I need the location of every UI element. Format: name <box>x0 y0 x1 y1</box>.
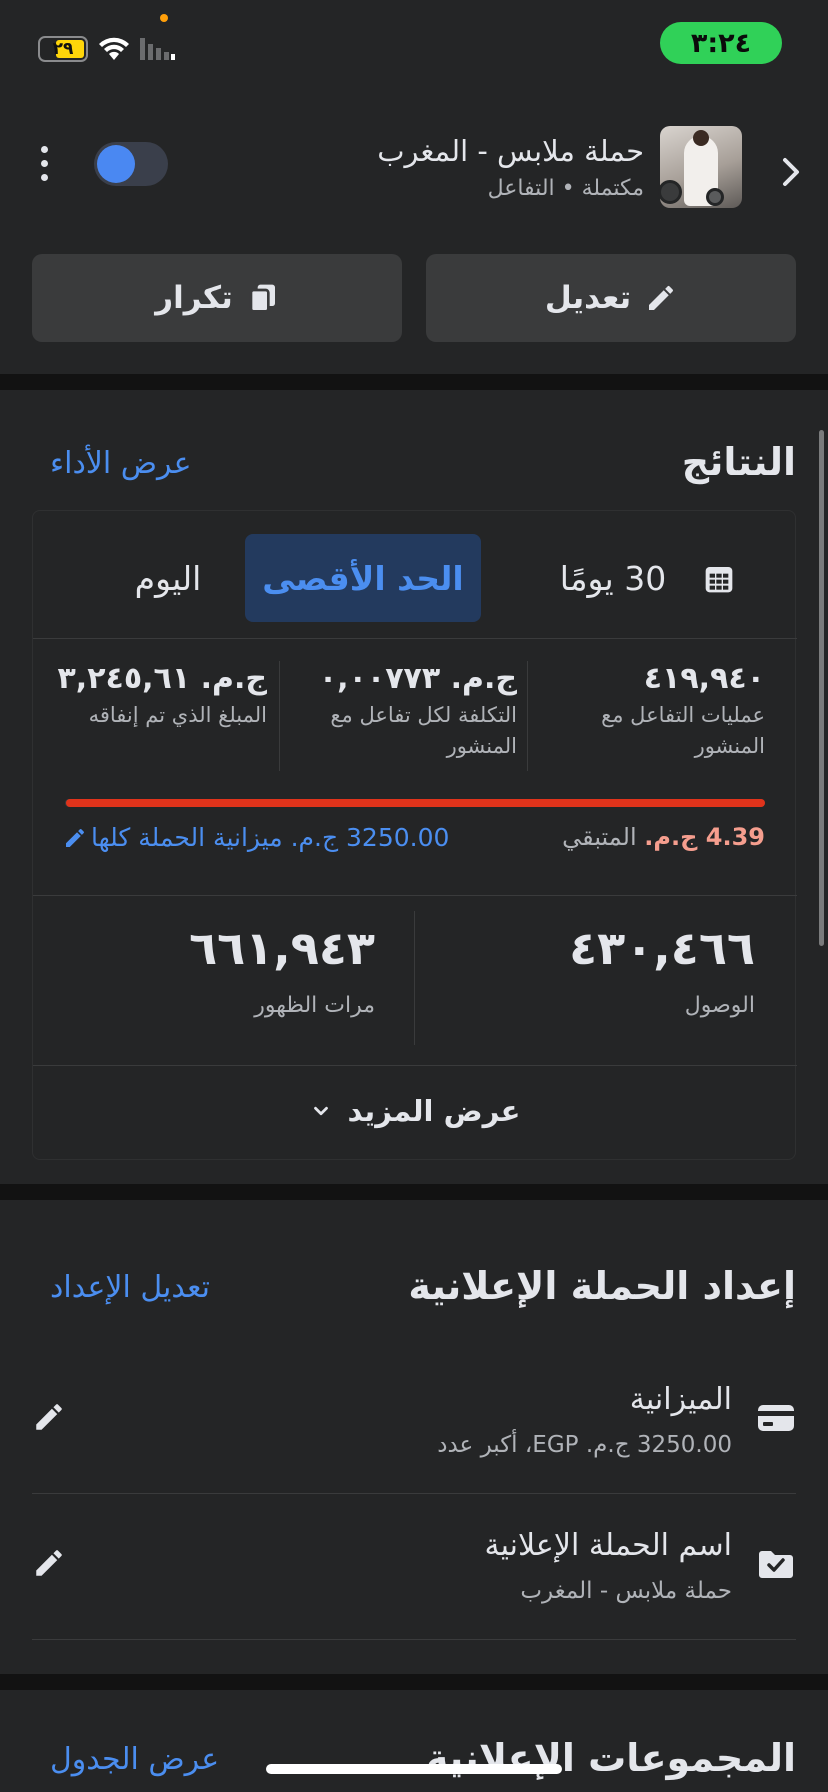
section-divider <box>0 1184 828 1200</box>
metric-label: التكلفة لكل تفاعل مع المنشور <box>330 703 517 758</box>
metric-value: ٤١٩,٩٤٠ <box>643 661 765 696</box>
budget-subtitle: 3250.00 ج.م. EGP، أكبر عدد <box>437 1432 732 1458</box>
status-dot-icon <box>658 180 682 204</box>
platform-badge-icon <box>706 188 724 206</box>
metric-post-engagements: ٤١٩,٩٤٠ عمليات التفاعل مع المنشور <box>525 661 765 762</box>
cellular-signal-icon <box>140 38 175 60</box>
metric-value: ج.م. ٠,٠٠٧٧٣ <box>318 661 517 696</box>
view-performance-link[interactable]: عرض الأداء <box>50 446 192 481</box>
battery-icon: ٢٩ <box>38 36 88 62</box>
pencil-icon[interactable] <box>32 1400 66 1434</box>
metric-impressions: ٦٦١,٩٤٣ مرات الظهور <box>189 921 375 1018</box>
calendar-icon[interactable] <box>703 563 735 595</box>
results-card: 30 يومًا الحد الأقصى اليوم ٤١٩,٩٤٠ عمليا… <box>32 510 797 1160</box>
card-divider <box>33 895 797 896</box>
lifetime-budget-text: 3250.00 ج.م. ميزانية الحملة كلها <box>91 823 450 852</box>
pencil-icon <box>66 828 85 847</box>
section-divider <box>0 1674 828 1690</box>
impressions-label: مرات الظهور <box>254 993 375 1018</box>
chevron-down-icon <box>313 1106 328 1116</box>
edit-button-label: تعديل <box>544 280 632 316</box>
impressions-value: ٦٦١,٩٤٣ <box>189 921 375 975</box>
status-bar: ٢٩ ٣:٢٤ <box>0 0 828 90</box>
tab-last-30-days[interactable]: 30 يومًا <box>533 534 693 622</box>
chevron-right-icon[interactable] <box>776 152 806 192</box>
results-title: النتائج <box>681 440 796 484</box>
campaign-name-title: اسم الحملة الإعلانية <box>484 1528 732 1563</box>
privacy-indicator-dot <box>160 14 168 22</box>
metric-label: عمليات التفاعل مع المنشور <box>601 703 765 758</box>
metric-amount-spent: ج.م. ٣,٢٤٥,٦١ المبلغ الذي تم إنفاقه <box>27 661 267 731</box>
campaign-name-value: حملة ملابس - المغرب <box>520 1578 732 1604</box>
setup-title: إعداد الحملة الإعلانية <box>408 1264 796 1308</box>
campaign-subtitle: مكتملة • التفاعل <box>488 176 644 201</box>
duplicate-button-label: تكرار <box>155 280 233 316</box>
edit-setup-link[interactable]: تعديل الإعداد <box>50 1270 210 1305</box>
see-more-label: عرض المزيد <box>347 1094 521 1128</box>
battery-level: ٢٩ <box>52 39 74 59</box>
campaign-toggle[interactable] <box>94 142 168 186</box>
remaining-label: المتبقي <box>562 823 637 851</box>
pencil-icon[interactable] <box>32 1546 66 1580</box>
reach-label: الوصول <box>684 993 755 1018</box>
pencil-icon <box>649 285 674 310</box>
edit-button[interactable]: تعديل <box>426 254 796 342</box>
campaign-status: مكتملة <box>581 176 644 201</box>
copy-icon <box>249 284 275 313</box>
folder-check-icon <box>759 1551 793 1578</box>
remaining-amount: 4.39 ج.م. <box>644 823 765 851</box>
campaign-name-row[interactable]: اسم الحملة الإعلانية حملة ملابس - المغرب <box>32 1496 796 1640</box>
metric-label: المبلغ الذي تم إنفاقه <box>88 703 267 727</box>
scrollbar[interactable] <box>819 430 824 946</box>
campaign-setup-section: إعداد الحملة الإعلانية تعديل الإعداد الم… <box>0 1200 828 1674</box>
credit-card-icon <box>758 1405 794 1431</box>
more-options-icon[interactable] <box>34 144 54 184</box>
tab-maximum[interactable]: الحد الأقصى <box>245 534 481 622</box>
campaign-header: حملة ملابس - المغرب مكتملة • التفاعل تعد… <box>0 90 828 374</box>
budget-progress-bar <box>65 799 765 807</box>
metric-cost-per-engagement: ج.م. ٠,٠٠٧٧٣ التكلفة لكل تفاعل مع المنشو… <box>277 661 517 762</box>
separator-dot: • <box>561 176 575 201</box>
wifi-icon <box>99 37 129 60</box>
metric-reach: ٤٣٠,٤٦٦ الوصول <box>569 921 755 1018</box>
budget-progress-fill <box>65 799 765 807</box>
duplicate-button[interactable]: تكرار <box>32 254 402 342</box>
status-time: ٣:٢٤ <box>660 22 782 64</box>
campaign-objective: التفاعل <box>487 176 555 201</box>
remaining-budget: 4.39 ج.م. المتبقي <box>562 823 765 851</box>
date-range-tabs: 30 يومًا الحد الأقصى اليوم <box>33 511 797 639</box>
toggle-knob <box>97 145 135 183</box>
see-more-button[interactable]: عرض المزيد <box>33 1081 797 1141</box>
view-table-link[interactable]: عرض الجدول <box>50 1742 219 1777</box>
budget-row[interactable]: الميزانية 3250.00 ج.م. EGP، أكبر عدد <box>32 1350 796 1494</box>
lifetime-budget-link[interactable]: 3250.00 ج.م. ميزانية الحملة كلها <box>63 823 449 852</box>
home-indicator[interactable] <box>266 1764 562 1774</box>
budget-title: الميزانية <box>629 1382 732 1417</box>
ad-sets-section: المجموعات الإعلانية عرض الجدول <box>0 1690 828 1792</box>
section-divider <box>0 374 828 390</box>
metric-divider <box>279 661 280 771</box>
metric-divider <box>414 911 415 1045</box>
campaign-title: حملة ملابس - المغرب <box>377 134 644 168</box>
card-divider <box>33 1065 797 1066</box>
metric-value: ج.م. ٣,٢٤٥,٦١ <box>57 661 267 696</box>
reach-value: ٤٣٠,٤٦٦ <box>569 921 755 975</box>
results-section: النتائج عرض الأداء 30 يومًا الحد الأقصى … <box>0 390 828 1184</box>
tab-today[interactable]: اليوم <box>93 534 243 622</box>
metric-divider <box>527 661 528 771</box>
